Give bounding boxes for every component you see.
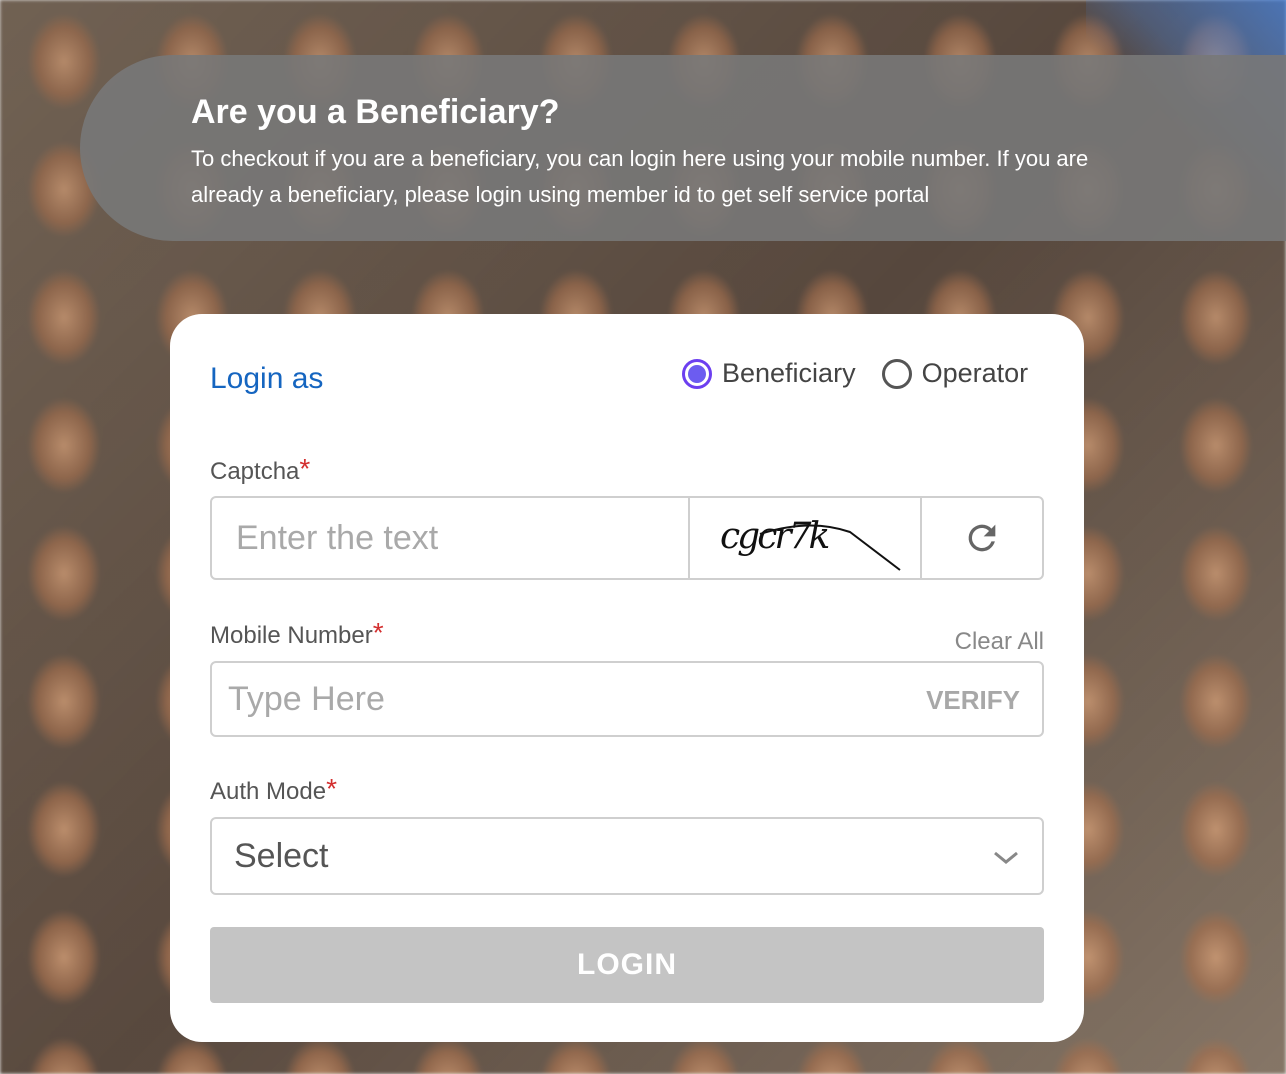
radio-operator-label[interactable]: Operator: [922, 358, 1029, 389]
auth-mode-select[interactable]: Select: [210, 817, 1044, 895]
radio-unselected-icon[interactable]: [881, 358, 912, 389]
radio-beneficiary[interactable]: Beneficiary: [682, 358, 856, 389]
captcha-image: cgcr7k: [688, 498, 922, 578]
login-type-radio-group: Beneficiary Operator: [682, 358, 1054, 389]
mobile-number-input[interactable]: [212, 663, 892, 735]
captcha-strike-line: [759, 524, 901, 571]
login-as-heading: Login as: [210, 362, 324, 395]
mobile-number-field: VERIFY: [210, 661, 1044, 737]
refresh-icon[interactable]: [962, 518, 1002, 558]
radio-operator[interactable]: Operator: [881, 358, 1029, 389]
auth-mode-selected-value: Select: [234, 837, 329, 875]
radio-selected-icon[interactable]: [682, 358, 712, 389]
verify-button[interactable]: VERIFY: [926, 685, 1020, 716]
banner-description: To checkout if you are a beneficiary, yo…: [191, 146, 1089, 207]
banner-title: Are you a Beneficiary?: [191, 93, 560, 131]
mobile-number-label: Mobile Number*: [210, 617, 384, 650]
beneficiary-banner: Are you a Beneficiary? To checkout if yo…: [80, 55, 1286, 241]
clear-all-link[interactable]: Clear All: [955, 628, 1044, 656]
required-mark: *: [372, 617, 384, 648]
captcha-refresh-button[interactable]: [922, 498, 1042, 578]
captcha-input[interactable]: [212, 498, 688, 578]
captcha-field: cgcr7k: [210, 496, 1044, 580]
auth-mode-label: Auth Mode*: [210, 773, 337, 806]
radio-beneficiary-label[interactable]: Beneficiary: [722, 358, 856, 389]
login-card: Login as Beneficiary Operator Captcha* c…: [170, 314, 1084, 1042]
login-button[interactable]: LOGIN: [210, 927, 1044, 1003]
captcha-label: Captcha*: [210, 453, 311, 486]
chevron-down-icon: [994, 851, 1018, 864]
required-mark: *: [299, 453, 311, 484]
required-mark: *: [326, 773, 337, 804]
